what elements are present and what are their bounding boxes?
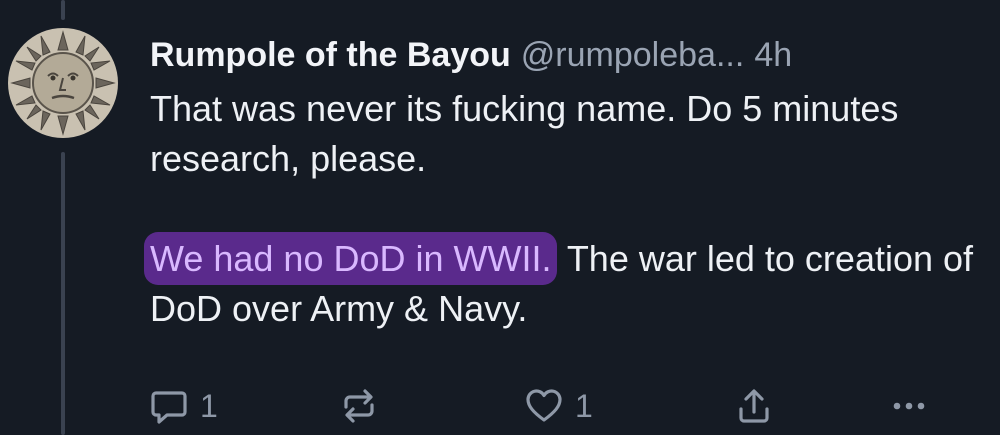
more-options-icon [893,402,925,410]
reply-icon [151,391,187,424]
share-icon [739,389,769,423]
post-paragraph-1: That was never its fucking name. Do 5 mi… [150,88,899,179]
author-handle[interactable]: @rumpoleba... [521,36,745,74]
post-header: Rumpole of the Bayou @rumpoleba... 4h [150,30,980,80]
heart-icon [526,389,562,422]
highlighted-text: We had no DoD in WWII. [144,232,558,285]
post-actions: 1 1 [148,384,968,428]
repost-icon [344,389,374,423]
post[interactable]: Rumpole of the Bayou @rumpoleba... 4h That… [144,30,980,334]
like-button[interactable]: 1 [523,384,593,428]
post-timestamp[interactable]: 4h [754,36,792,74]
repost-button[interactable] [338,384,380,428]
sun-face-avatar-icon [8,28,118,138]
avatar[interactable] [8,28,118,138]
like-count: 1 [575,387,593,424]
thread-line-top [61,0,65,20]
author-name[interactable]: Rumpole of the Bayou [150,36,511,74]
reply-count: 1 [200,387,218,424]
thread-line-bottom [61,152,65,435]
share-button[interactable] [733,384,775,428]
more-options-button[interactable] [888,384,930,428]
reply-button[interactable]: 1 [148,384,218,428]
post-body: That was never its fucking name. Do 5 mi… [144,84,980,334]
post-paragraph-2: We had no DoD in WWII. The war led to cr… [144,232,980,334]
